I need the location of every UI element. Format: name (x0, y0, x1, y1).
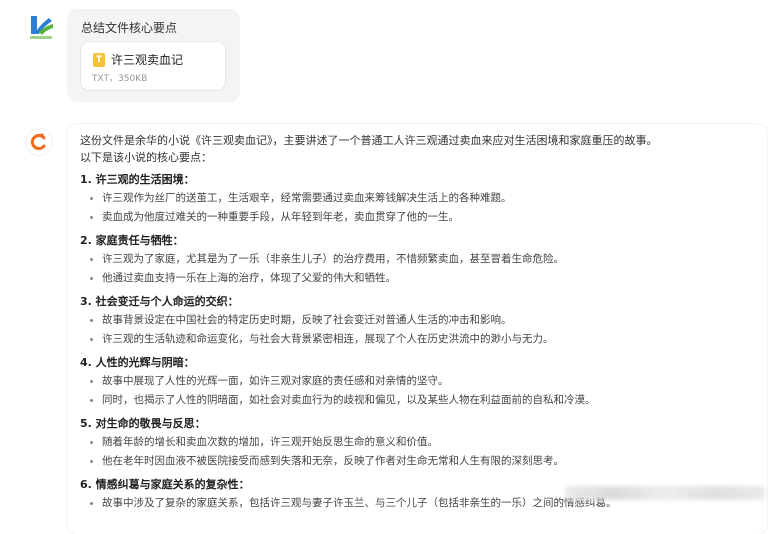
list-item: 故事背景设定在中国社会的特定历史时期，反映了社会变迁对普通人生活的冲击和影响。 (80, 311, 760, 330)
user-message-text: 总结文件核心要点 (81, 21, 178, 35)
list-item: 故事中展现了人性的光辉一面，如许三观对家庭的责任感和对亲情的坚守。 (80, 372, 760, 391)
section-4: 4. 人性的光辉与阴暗： 故事中展现了人性的光辉一面，如许三观对家庭的责任感和对… (80, 354, 760, 410)
list-item: 同时，也揭示了人性的阴暗面，如社会对卖血行为的歧视和偏见，以及某些人物在利益面前… (80, 391, 760, 410)
section-title: 2. 家庭责任与牺牲： (80, 234, 184, 247)
section-5: 5. 对生命的敬畏与反思： 随着年龄的增长和卖血次数的增加，许三观开始反思生命的… (80, 415, 760, 471)
assistant-message-text: 这份文件是余华的小说《许三观卖血记》，主要讲述了一个普通工人许三观通过卖血来应对… (80, 132, 760, 513)
section-1: 1. 许三观的生活困境： 许三观作为丝厂的送茧工，生活艰辛，经常需要通过卖血来筹… (80, 171, 760, 227)
list-item: 随着年龄的增长和卖血次数的增加，许三观开始反思生命的意义和价值。 (80, 433, 760, 452)
list-item: 许三观的生活轨迹和命运变化，与社会大背景紧密相连，展现了个人在历史洪流中的渺小与… (80, 330, 760, 349)
section-3: 3. 社会变迁与个人命运的交织： 故事背景设定在中国社会的特定历史时期，反映了社… (80, 293, 760, 349)
list-item: 他在老年时因血液不被医院接受而感到失落和无奈，反映了作者对生命无常和人生有限的深… (80, 452, 760, 471)
list-item: 许三观为了家庭，尤其是为了一乐（非亲生儿子）的治疗费用，不惜频繁卖血，甚至冒着生… (80, 250, 760, 269)
section-title: 5. 对生命的敬畏与反思： (80, 417, 206, 430)
list-item: 卖血成为他度过难关的一种重要手段，从年轻到年老，卖血贯穿了他的一生。 (80, 208, 760, 227)
intro-line-1: 这份文件是余华的小说《许三观卖血记》，主要讲述了一个普通工人许三观通过卖血来应对… (80, 134, 658, 147)
file-name: 许三观卖血记 (111, 53, 184, 67)
assistant-avatar (25, 128, 53, 156)
section-title: 4. 人性的光辉与阴暗： (80, 356, 195, 369)
assistant-message-bubble: 这份文件是余华的小说《许三观卖血记》，主要讲述了一个普通工人许三观通过卖血来应对… (67, 124, 767, 534)
list-item: 他通过卖血支持一乐在上海的治疗，体现了父爱的伟大和牺牲。 (80, 269, 760, 288)
section-title: 1. 许三观的生活困境： (80, 173, 195, 186)
list-item: 许三观作为丝厂的送茧工，生活艰辛，经常需要通过卖血来筹钱解决生活上的各种难题。 (80, 189, 760, 208)
file-attachment-card[interactable]: T 许三观卖血记 TXT，350KB (80, 41, 226, 91)
intro-line-2: 以下是该小说的核心要点： (80, 151, 212, 164)
logo-icon (30, 16, 53, 39)
txt-file-icon: T (93, 53, 105, 67)
file-meta: TXT，350KB (92, 74, 148, 84)
assistant-logo-icon (30, 133, 46, 150)
section-2: 2. 家庭责任与牺牲： 许三观为了家庭，尤其是为了一乐（非亲生儿子）的治疗费用，… (80, 232, 760, 288)
user-avatar (27, 12, 55, 42)
section-title: 3. 社会变迁与个人命运的交织： (80, 295, 239, 308)
user-message-bubble: 总结文件核心要点 T 许三观卖血记 TXT，350KB (67, 9, 240, 102)
blurred-watermark (565, 486, 765, 500)
